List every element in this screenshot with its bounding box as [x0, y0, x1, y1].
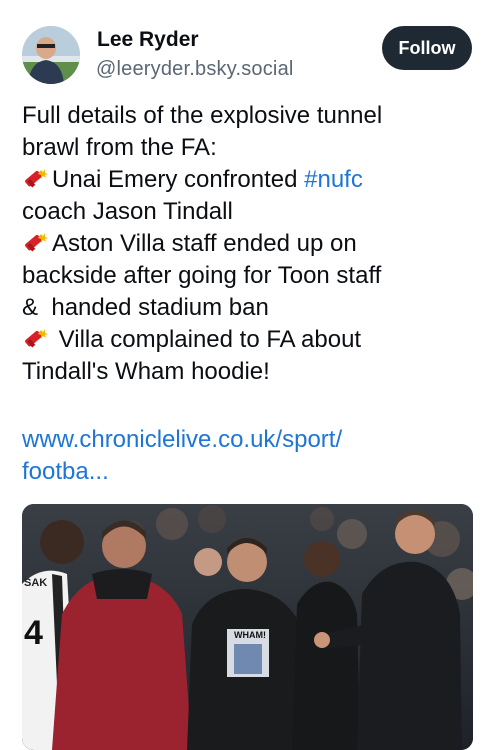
- user-handle[interactable]: @leeryder.bsky.social: [96, 58, 294, 81]
- hashtag-link[interactable]: #nufc: [304, 166, 363, 193]
- post-header: Lee Ryder @leeryder.bsky.social Follow: [0, 0, 495, 100]
- post-line: coach Jason Tindall: [22, 198, 233, 225]
- post-line: Unai Emery confronted #nufc: [22, 164, 484, 196]
- firecracker-icon: [25, 233, 48, 252]
- post-line-text: Villa complained to FA about: [52, 326, 362, 353]
- avatar[interactable]: [22, 26, 80, 84]
- post-line: & handed stadium ban: [22, 294, 269, 321]
- post-line: backside after going for Toon staff: [22, 262, 382, 289]
- link-line-2[interactable]: footba...: [22, 456, 482, 488]
- match-photo: SAK 4 WHAM!: [22, 504, 473, 750]
- post-line-text: Unai Emery confronted: [52, 166, 305, 193]
- post-line: Full details of the explosive tunnel: [22, 102, 383, 129]
- external-link[interactable]: www.chroniclelive.co.uk/sport/ footba...: [22, 424, 482, 488]
- shirt-number-text: 4: [24, 614, 43, 652]
- post-line: Aston Villa staff ended up on: [22, 228, 484, 260]
- firecracker-icon: [25, 169, 48, 188]
- post-line-text: Aston Villa staff ended up on: [52, 230, 357, 257]
- display-name[interactable]: Lee Ryder: [97, 28, 199, 52]
- link-line-1[interactable]: www.chroniclelive.co.uk/sport/: [22, 424, 482, 456]
- post-line: Villa complained to FA about: [22, 324, 484, 356]
- shirt-name-text: SAK: [24, 577, 47, 589]
- post-body: Full details of the explosive tunnel bra…: [22, 100, 484, 388]
- follow-button[interactable]: Follow: [382, 26, 472, 70]
- post-image[interactable]: SAK 4 WHAM!: [22, 504, 473, 750]
- hoodie-text: WHAM!: [234, 630, 266, 640]
- avatar-image: [22, 26, 80, 84]
- post-line: brawl from the FA:: [22, 134, 217, 161]
- firecracker-icon: [25, 329, 48, 348]
- post-line: Tindall's Wham hoodie!: [22, 358, 270, 385]
